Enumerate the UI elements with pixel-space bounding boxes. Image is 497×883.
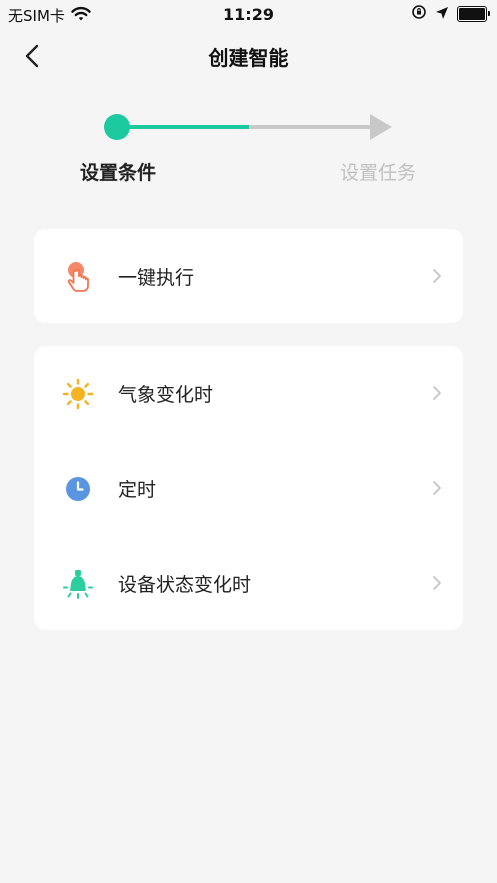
condition-label: 定时 — [118, 479, 157, 501]
condition-label: 气象变化时 — [118, 384, 214, 406]
condition-card-manual: 一键执行 — [34, 229, 463, 323]
location-icon — [435, 5, 449, 24]
condition-item-one-click[interactable]: 一键执行 — [34, 229, 463, 323]
step-arrow-icon — [370, 114, 392, 140]
page-title: 创建智能 — [208, 46, 289, 70]
status-bar: 无SIM卡 11:29 — [0, 0, 497, 30]
condition-item-weather[interactable]: 气象变化时 — [34, 346, 463, 440]
step-progress-active — [126, 125, 249, 129]
step-progress-remaining — [249, 125, 373, 129]
step-indicator: 设置条件 设置任务 — [0, 108, 497, 188]
sun-icon — [62, 378, 94, 410]
status-right — [411, 4, 490, 24]
step-label-tasks: 设置任务 — [339, 162, 416, 184]
chevron-right-icon — [433, 576, 441, 590]
clock-icon — [62, 473, 94, 505]
step-current-dot — [104, 114, 130, 140]
battery-icon — [457, 6, 490, 22]
condition-card-auto: 气象变化时 定时 设备状态变化时 — [34, 346, 463, 630]
condition-item-timer[interactable]: 定时 — [34, 441, 463, 535]
bulb-icon — [62, 568, 94, 600]
step-label-conditions: 设置条件 — [79, 162, 156, 184]
rotation-lock-icon — [411, 4, 427, 24]
condition-label: 设备状态变化时 — [118, 574, 252, 596]
chevron-right-icon — [433, 386, 441, 400]
condition-label: 一键执行 — [118, 267, 195, 289]
chevron-right-icon — [433, 481, 441, 495]
condition-item-device-state[interactable]: 设备状态变化时 — [34, 536, 463, 630]
chevron-right-icon — [433, 269, 441, 283]
nav-bar: 创建智能 — [0, 30, 497, 82]
tap-hand-icon — [62, 261, 94, 293]
